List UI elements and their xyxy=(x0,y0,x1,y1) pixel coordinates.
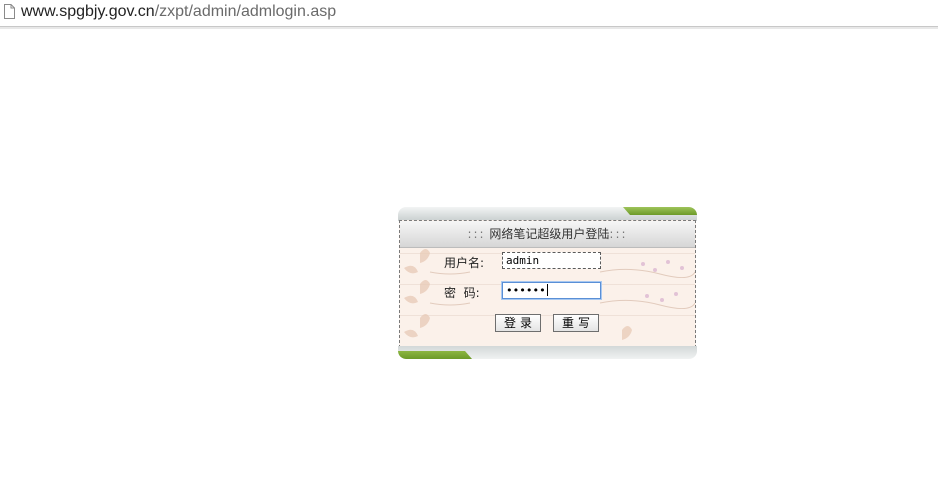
login-panel: ::: 网络笔记超级用户登陆::: 用户名: admin 密 码: ••••••… xyxy=(399,220,696,348)
username-label: 用户名: xyxy=(444,256,485,270)
title-prefix: ::: xyxy=(467,227,486,241)
title-suffix: ::: xyxy=(609,227,628,241)
login-form: 用户名: admin 密 码: •••••• 登录 重写 xyxy=(400,248,695,346)
address-bar[interactable]: www.spgbjy.gov.cn/zxpt/admin/admlogin.as… xyxy=(0,0,938,27)
url-text[interactable]: www.spgbjy.gov.cn/zxpt/admin/admlogin.as… xyxy=(21,2,336,22)
login-button[interactable]: 登录 xyxy=(495,314,541,332)
login-title: 网络笔记超级用户登陆 xyxy=(489,227,610,241)
login-box-bottom-border xyxy=(398,346,697,359)
password-input[interactable]: •••••• xyxy=(502,282,601,299)
bottom-green-accent xyxy=(398,351,472,359)
login-box: ::: 网络笔记超级用户登陆::: 用户名: admin 密 码: ••••••… xyxy=(398,207,697,359)
reset-button[interactable]: 重写 xyxy=(553,314,599,332)
text-caret xyxy=(546,284,548,296)
login-box-top-border xyxy=(398,207,697,221)
url-path: /zxpt/admin/admlogin.asp xyxy=(154,3,337,20)
top-green-accent xyxy=(623,207,697,215)
password-label: 密 码: xyxy=(444,286,480,300)
url-host: www.spgbjy.gov.cn xyxy=(21,3,155,20)
password-value: •••••• xyxy=(506,284,546,297)
page-icon xyxy=(4,4,15,19)
username-input[interactable]: admin xyxy=(502,252,601,269)
username-value: admin xyxy=(506,254,540,267)
login-title-bar: ::: 网络笔记超级用户登陆::: xyxy=(400,221,695,248)
